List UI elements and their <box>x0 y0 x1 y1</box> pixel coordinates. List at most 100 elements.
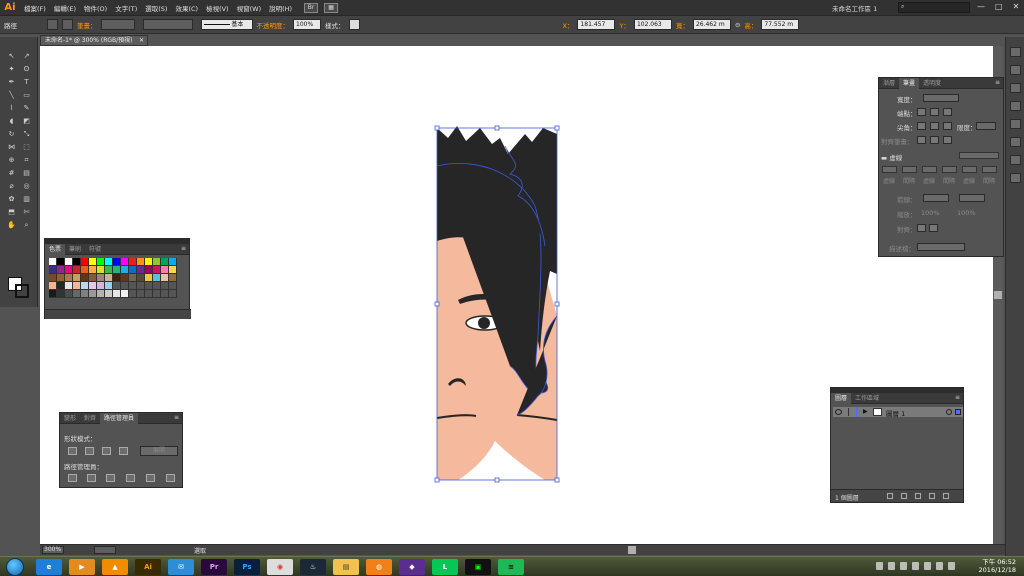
color-swatch[interactable] <box>137 282 145 290</box>
color-swatch[interactable] <box>49 290 57 298</box>
color-swatch[interactable] <box>137 290 145 298</box>
tab-pathfinder[interactable]: 路徑管理員 <box>100 412 139 424</box>
tab-transparency[interactable]: 透明度 <box>919 78 945 89</box>
color-swatch[interactable] <box>145 282 153 290</box>
minus-front-icon[interactable] <box>85 447 94 455</box>
color-swatch[interactable] <box>105 258 113 266</box>
round-cap-button[interactable] <box>930 108 939 116</box>
maximize-button[interactable]: □ <box>995 2 1003 11</box>
color-swatch[interactable] <box>89 274 97 282</box>
dash-gap-field[interactable] <box>962 166 977 173</box>
taskbar-steam-icon[interactable]: ♨ <box>300 559 326 575</box>
menu-item[interactable]: 說明(H) <box>265 3 296 13</box>
perspective-grid-tool-icon[interactable]: ⌗ <box>20 155 33 165</box>
color-swatch[interactable] <box>113 258 121 266</box>
color-swatch[interactable] <box>113 266 121 274</box>
color-swatch[interactable] <box>169 274 177 282</box>
arrow-align-tip-button[interactable] <box>917 224 926 232</box>
panel-menu-icon[interactable]: ≡ <box>174 414 179 421</box>
taskbar-terminal-icon[interactable]: ▣ <box>465 559 491 575</box>
color-swatch[interactable] <box>81 274 89 282</box>
bounding-handle[interactable] <box>434 125 440 131</box>
color-swatch[interactable] <box>57 258 65 266</box>
column-graph-tool-icon[interactable]: ▥ <box>20 194 33 204</box>
tab-artboards[interactable]: 工作區域 <box>851 393 883 404</box>
close-button[interactable]: ✕ <box>1013 2 1020 11</box>
close-document-icon[interactable]: ✕ <box>139 36 144 45</box>
paintbrush-tool-icon[interactable]: ⌇ <box>5 103 18 113</box>
color-swatch[interactable] <box>73 258 81 266</box>
end-arrowhead-select[interactable] <box>959 194 985 202</box>
panel-menu-icon[interactable]: ≡ <box>955 394 960 401</box>
color-swatch[interactable] <box>89 258 97 266</box>
color-swatch[interactable] <box>137 274 145 282</box>
symbols-panel-icon[interactable] <box>1010 119 1021 129</box>
graphic-styles-icon[interactable] <box>1010 137 1021 147</box>
color-swatch[interactable] <box>81 290 89 298</box>
color-swatch[interactable] <box>105 266 113 274</box>
lock-toggle[interactable] <box>848 408 849 416</box>
color-swatch[interactable] <box>169 282 177 290</box>
pen-tool-icon[interactable]: ✒ <box>5 77 18 87</box>
tab-align[interactable]: 對齊 <box>80 413 100 424</box>
color-swatch[interactable] <box>81 266 89 274</box>
color-swatch[interactable] <box>73 282 81 290</box>
color-swatch[interactable] <box>65 274 73 282</box>
lasso-tool-icon[interactable]: ʘ <box>20 64 33 74</box>
dash-gap-field[interactable] <box>882 166 897 173</box>
color-swatch[interactable] <box>145 266 153 274</box>
color-swatch[interactable] <box>153 274 161 282</box>
width-field[interactable]: 26.462 m <box>692 19 731 30</box>
taskbar-clock[interactable]: 下午 06:52 2016/12/18 <box>972 558 1016 574</box>
tab-gradient[interactable]: 漸層 <box>879 78 899 89</box>
visibility-eye-icon[interactable] <box>835 409 842 415</box>
color-swatch[interactable] <box>129 258 137 266</box>
color-swatch[interactable] <box>97 282 105 290</box>
color-swatch[interactable] <box>161 266 169 274</box>
line-tool-icon[interactable]: ╲ <box>5 90 18 100</box>
color-swatch[interactable] <box>169 266 177 274</box>
trim-icon[interactable] <box>87 474 96 482</box>
start-scale-field[interactable]: 100% <box>921 209 940 217</box>
dash-gap-field[interactable] <box>922 166 937 173</box>
dash-gap-field[interactable] <box>942 166 957 173</box>
color-swatch[interactable] <box>65 258 73 266</box>
horizontal-scroll-thumb[interactable] <box>628 546 636 554</box>
color-swatch[interactable] <box>97 274 105 282</box>
volume-icon[interactable] <box>912 562 919 570</box>
taskbar-spotify-icon[interactable]: ≋ <box>498 559 524 575</box>
panel-menu-icon[interactable]: ≡ <box>181 245 186 252</box>
color-panel-icon[interactable] <box>1010 47 1021 57</box>
direct-selection-tool-icon[interactable]: ↗ <box>20 51 33 61</box>
outline-icon[interactable] <box>146 474 155 482</box>
bounding-handle[interactable] <box>434 301 440 307</box>
shape-builder-tool-icon[interactable]: ⊕ <box>5 155 18 165</box>
bounding-handle[interactable] <box>494 125 500 131</box>
taskbar-firefox-icon[interactable]: ◍ <box>366 559 392 575</box>
new-sublayer-icon[interactable] <box>915 493 921 499</box>
hand-tool-icon[interactable]: ✋ <box>5 220 18 230</box>
color-swatch[interactable] <box>49 266 57 274</box>
search-input[interactable]: ⌕ <box>898 2 970 13</box>
layer-name[interactable]: 圖層 1 <box>886 408 905 418</box>
color-swatch[interactable] <box>121 274 129 282</box>
stroke-weight-field[interactable] <box>100 19 135 30</box>
gradient-tool-icon[interactable]: ▤ <box>20 168 33 178</box>
expand-triangle-icon[interactable]: ▶ <box>863 408 868 415</box>
color-swatch[interactable] <box>161 290 169 298</box>
merge-icon[interactable] <box>106 474 115 482</box>
document-tab[interactable]: 未命名-1* @ 300% (RGB/預視) ✕ <box>40 35 148 46</box>
bounding-handle[interactable] <box>554 125 560 131</box>
intersect-icon[interactable] <box>102 447 111 455</box>
minus-back-icon[interactable] <box>166 474 175 482</box>
color-swatch[interactable] <box>169 258 177 266</box>
mesh-tool-icon[interactable]: # <box>5 168 18 178</box>
bounding-handle[interactable] <box>494 477 500 483</box>
opacity-label[interactable]: 不透明度： <box>257 20 290 30</box>
taskbar-wmp-icon[interactable]: ▶ <box>69 559 95 575</box>
color-swatch[interactable] <box>113 290 121 298</box>
dash-align-buttons[interactable] <box>959 152 999 159</box>
color-swatch[interactable] <box>113 282 121 290</box>
color-swatch[interactable] <box>49 282 57 290</box>
color-swatch[interactable] <box>97 258 105 266</box>
